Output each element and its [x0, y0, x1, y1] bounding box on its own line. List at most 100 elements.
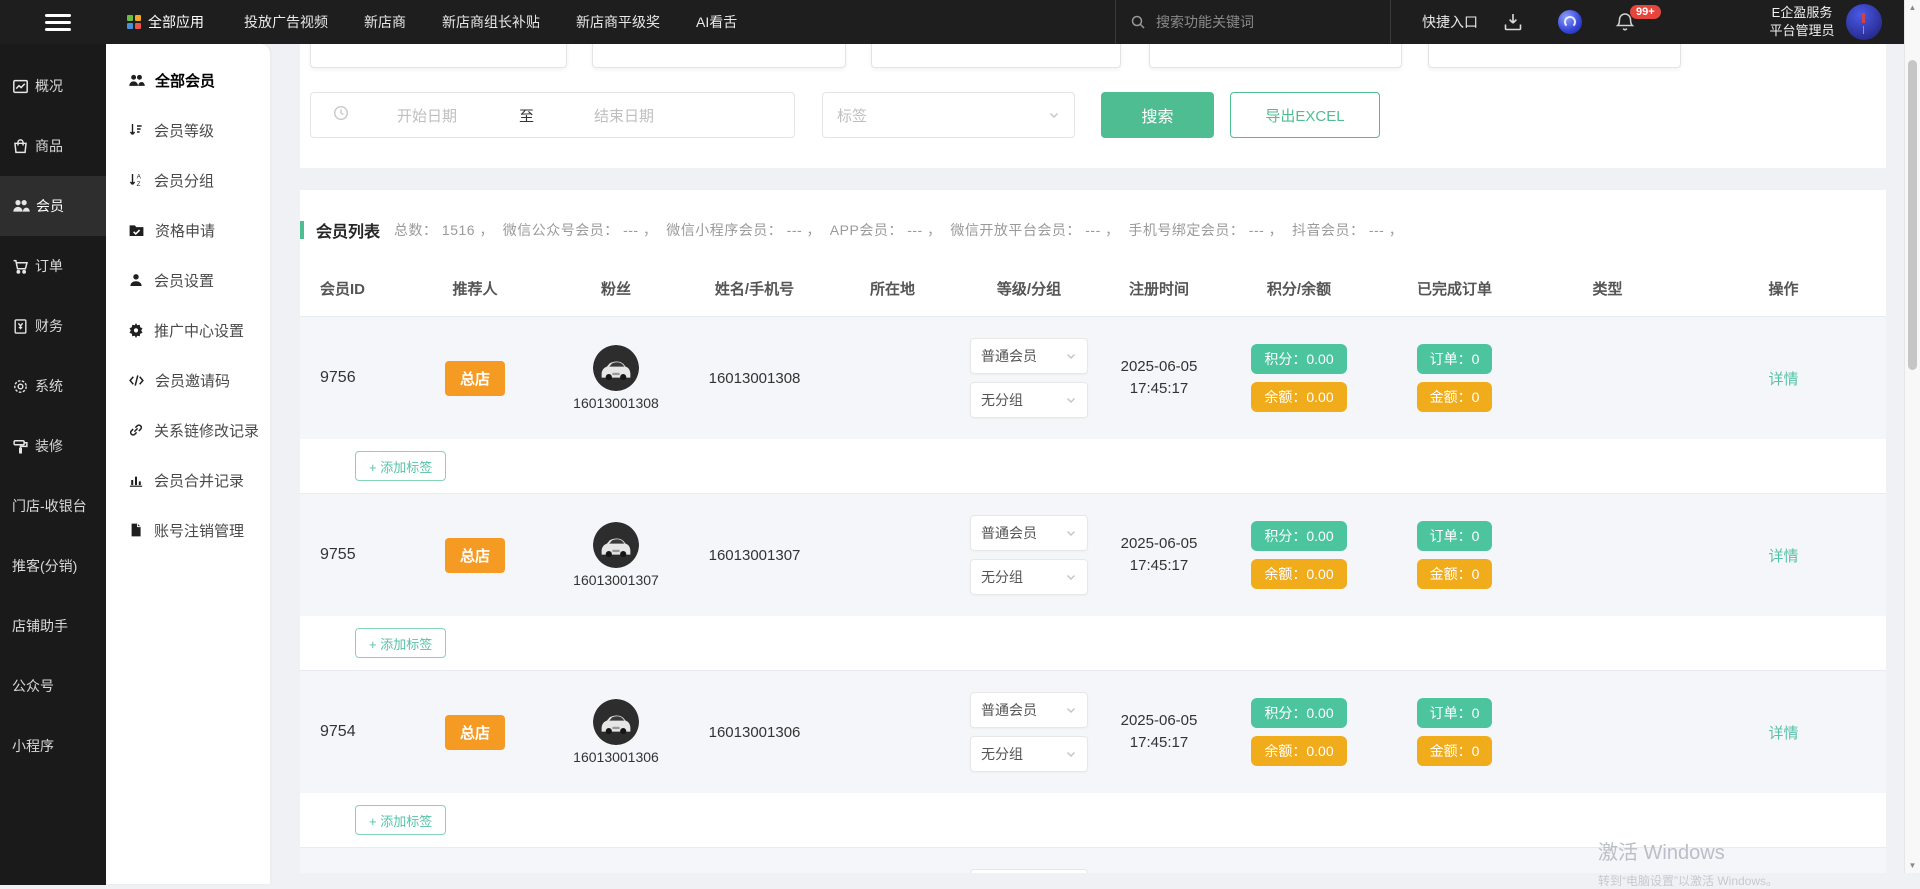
level-group-select[interactable]: 无分组 [970, 736, 1088, 772]
detail-link[interactable]: 详情 [1768, 548, 1798, 565]
apps-grid-icon [127, 15, 141, 29]
sidebar-item-label: 财务 [35, 316, 63, 336]
users-group-icon [128, 72, 145, 89]
add-tag-button[interactable]: + 添加标签 [355, 628, 446, 658]
status-badge: 积分：0.00 [1251, 698, 1346, 728]
folder-check-icon [128, 222, 145, 239]
sidebar-item[interactable]: 公众号 [0, 656, 106, 716]
avatar[interactable] [1846, 4, 1882, 40]
submenu-item[interactable]: 推广中心设置 [106, 305, 270, 355]
file-icon [128, 522, 144, 538]
status-badge: 金额：0 [1417, 559, 1493, 589]
sidebar-item-label: 门店-收银台 [12, 496, 87, 516]
sidebar-item-label: 小程序 [12, 736, 54, 756]
add-tag-button[interactable]: + 添加标签 [355, 805, 446, 835]
sidebar-item-label: 概况 [35, 76, 63, 96]
topnav-item[interactable]: 新店商平级奖 [576, 12, 660, 32]
level-group-select[interactable]: 普通会员 [970, 338, 1088, 374]
cart-icon [12, 258, 29, 275]
scroll-thumb[interactable] [1908, 60, 1917, 370]
export-excel-button[interactable]: 导出EXCEL [1230, 92, 1380, 138]
column-header: 已完成订单 [1375, 278, 1534, 299]
topnav-item[interactable]: 新店商组长补贴 [442, 12, 540, 32]
date-range-picker[interactable]: 开始日期 至 结束日期 [310, 92, 795, 138]
sidebar-item[interactable]: 店铺助手 [0, 596, 106, 656]
submenu-item[interactable]: 资格申请 [106, 205, 270, 255]
service-icon[interactable] [1558, 10, 1582, 34]
column-header: 注册时间 [1095, 278, 1223, 299]
sidebar-item-label: 订单 [35, 256, 63, 276]
date-separator: 至 [519, 105, 534, 126]
status-badge: 订单：0 [1417, 698, 1493, 728]
submenu-item[interactable]: 会员设置 [106, 255, 270, 305]
search-input[interactable] [1154, 13, 1358, 31]
submenu-item[interactable]: 会员合并记录 [106, 455, 270, 505]
member-avatar [593, 522, 639, 568]
submenu-item[interactable]: 会员邀请码 [106, 355, 270, 405]
sidebar-item[interactable]: 商品 [0, 116, 106, 176]
level-group-select[interactable]: 无分组 [970, 559, 1088, 595]
select-value: 普通会员 [981, 700, 1037, 720]
referrer-badge: 总店 [445, 361, 505, 396]
scroll-down-arrow[interactable]: ▼ [1905, 861, 1920, 870]
select-value: 无分组 [981, 567, 1023, 587]
download-icon[interactable] [1502, 11, 1524, 38]
name-phone: 16013001307 [687, 547, 822, 564]
level-group-select[interactable] [970, 869, 1088, 873]
topnav-item[interactable]: AI看舌 [696, 12, 737, 32]
sidebar-item[interactable]: 订单 [0, 236, 106, 296]
sidebar-item[interactable]: 装修 [0, 416, 106, 476]
register-time: 2025-06-0517:45:17 [1095, 356, 1223, 400]
status-badge: 余额：0.00 [1251, 382, 1346, 412]
add-tag-button[interactable]: + 添加标签 [355, 451, 446, 481]
svg-text:Z: Z [137, 181, 141, 188]
fans-name: 16013001308 [545, 395, 687, 411]
detail-link[interactable]: 详情 [1768, 371, 1798, 388]
tag-select[interactable]: 标签 [822, 92, 1075, 138]
sidebar-item[interactable]: 概况 [0, 56, 106, 116]
column-header: 等级/分组 [963, 278, 1095, 299]
sidebar-item[interactable]: 推客(分销) [0, 536, 106, 596]
quick-entry-link[interactable]: 快捷入口 [1422, 12, 1478, 32]
submenu-item-label: 资格申请 [155, 220, 215, 241]
submenu-item[interactable]: 会员等级 [106, 105, 270, 155]
scroll-up-arrow[interactable]: ▲ [1905, 3, 1920, 12]
member-submenu: 全部会员会员等级AZ会员分组资格申请会员设置推广中心设置会员邀请码关系链修改记录… [106, 44, 270, 884]
search-button[interactable]: 搜索 [1101, 92, 1214, 138]
topnav-item[interactable]: 新店商 [364, 12, 406, 32]
sidebar-item[interactable]: 系统 [0, 356, 106, 416]
status-badge: 金额：0 [1417, 382, 1493, 412]
level-group-select[interactable]: 普通会员 [970, 692, 1088, 728]
sidebar-item[interactable]: 小程序 [0, 716, 106, 776]
chevron-down-icon [1065, 704, 1077, 716]
topbar: 全部应用 投放广告视频新店商新店商组长补贴新店商平级奖AI看舌 快捷入口 99+… [0, 0, 1920, 44]
topnav-item[interactable]: 投放广告视频 [244, 12, 328, 32]
detail-link[interactable]: 详情 [1768, 725, 1798, 742]
member-id: 9754 [300, 723, 405, 741]
submenu-item-label: 会员邀请码 [155, 370, 230, 391]
scrollbar[interactable]: ▲ ▼ [1904, 0, 1920, 873]
user-name[interactable]: E企盈服务 平台管理员 [1762, 4, 1842, 40]
status-badge: 积分：0.00 [1251, 344, 1346, 374]
select-value: 无分组 [981, 390, 1023, 410]
tag-row: + 添加标签 [300, 793, 1886, 847]
topbar-search[interactable] [1130, 0, 1380, 44]
submenu-item-label: 关系链修改记录 [154, 420, 259, 441]
status-badge: 积分：0.00 [1251, 521, 1346, 551]
submenu-item[interactable]: 关系链修改记录 [106, 405, 270, 455]
member-row: 9756总店1601300130816013001308普通会员无分组2025-… [300, 316, 1886, 439]
sidebar-item[interactable]: 门店-收银台 [0, 476, 106, 536]
level-group-select[interactable]: 普通会员 [970, 515, 1088, 551]
submenu-item[interactable]: AZ会员分组 [106, 155, 270, 205]
title-accent-bar [300, 221, 304, 239]
level-group-select[interactable]: 无分组 [970, 382, 1088, 418]
sidebar-item[interactable]: 财务 [0, 296, 106, 356]
filter-panel: 开始日期 至 结束日期 标签 搜索 导出EXCEL [300, 30, 1886, 168]
select-value: 普通会员 [981, 523, 1037, 543]
submenu-item[interactable]: 账号注销管理 [106, 505, 270, 555]
hamburger-menu-icon[interactable] [45, 14, 71, 31]
submenu-item[interactable]: 全部会员 [106, 55, 270, 105]
all-apps-button[interactable]: 全部应用 [127, 12, 204, 32]
sidebar-item[interactable]: 会员 [0, 176, 106, 236]
name-phone: 16013001308 [687, 370, 822, 387]
